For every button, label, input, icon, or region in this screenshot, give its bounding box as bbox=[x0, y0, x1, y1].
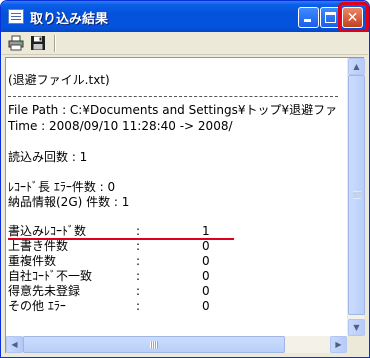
maximize-icon bbox=[325, 12, 336, 23]
file-path-line: File Path : C:¥Documents and Settings¥トッ… bbox=[8, 103, 338, 117]
time-line: Time : 2008/09/10 11:28:40 -> 2008/ bbox=[8, 119, 233, 133]
toolbar-separator bbox=[54, 35, 55, 52]
row-label: 重複件数 bbox=[8, 254, 57, 268]
vertical-scrollbar[interactable]: ▲ ▼ bbox=[347, 58, 365, 336]
floppy-disk-icon[interactable] bbox=[30, 35, 46, 51]
row-value: 0 bbox=[202, 299, 210, 313]
row-label: 書込みﾚｺｰﾄﾞ数 bbox=[8, 224, 87, 238]
row-label: 上書き件数 bbox=[8, 239, 69, 253]
horizontal-scroll-thumb[interactable] bbox=[23, 336, 285, 353]
source-file-line: (退避ファイル.txt) bbox=[8, 73, 110, 87]
read-count-line: 読込み回数 : 1 bbox=[8, 150, 88, 164]
row-label: その他 ｴﾗｰ bbox=[8, 299, 66, 313]
title-bar[interactable]: 取り込み結果 ✕ bbox=[1, 1, 369, 32]
arrow-right-icon: ▶ bbox=[335, 340, 342, 349]
scroll-right-button[interactable]: ▶ bbox=[330, 336, 347, 353]
row-value: 0 bbox=[202, 254, 210, 268]
row-value: 0 bbox=[202, 284, 210, 298]
delivery-info-count-line: 納品情報(2G) 件数 : 1 bbox=[8, 195, 130, 209]
result-window: 取り込み結果 ✕ (退避ファイル.txt) File Path : C:¥Doc… bbox=[0, 0, 370, 358]
arrow-left-icon: ◀ bbox=[11, 340, 18, 349]
minimize-icon bbox=[304, 19, 311, 22]
row-value: 1 bbox=[202, 224, 210, 238]
grip-icon bbox=[150, 341, 158, 348]
grip-icon bbox=[352, 191, 361, 199]
close-button-highlight bbox=[338, 2, 369, 33]
scroll-up-button[interactable]: ▲ bbox=[348, 58, 365, 75]
row-colon: : bbox=[136, 299, 141, 313]
toolbar bbox=[2, 32, 368, 55]
scrollbar-corner bbox=[347, 336, 364, 353]
row-label: 得意先未登録 bbox=[8, 284, 81, 298]
arrow-down-icon: ▼ bbox=[353, 323, 360, 332]
dashed-separator bbox=[8, 96, 338, 97]
scroll-left-button[interactable]: ◀ bbox=[6, 336, 23, 353]
row-colon: : bbox=[136, 269, 141, 283]
log-content: (退避ファイル.txt) File Path : C:¥Documents an… bbox=[6, 58, 347, 336]
record-length-error-line: ﾚｺｰﾄﾞ長 ｴﾗｰ件数 : 0 bbox=[8, 180, 116, 194]
minimize-button[interactable] bbox=[298, 7, 319, 28]
scroll-down-button[interactable]: ▼ bbox=[348, 319, 365, 336]
row-colon: : bbox=[136, 254, 141, 268]
row-colon: : bbox=[136, 239, 141, 253]
horizontal-scrollbar[interactable]: ◀ ▶ bbox=[6, 336, 347, 353]
vertical-scroll-thumb[interactable] bbox=[348, 75, 365, 315]
window-title: 取り込み結果 bbox=[30, 12, 109, 27]
printer-icon[interactable] bbox=[8, 35, 24, 51]
row-label: 自社ｺｰﾄﾞ不一致 bbox=[8, 269, 93, 283]
row-colon: : bbox=[136, 224, 141, 238]
arrow-up-icon: ▲ bbox=[353, 62, 360, 71]
row-value: 0 bbox=[202, 239, 210, 253]
row-value: 0 bbox=[202, 269, 210, 283]
row-colon: : bbox=[136, 284, 141, 298]
result-text-area[interactable]: (退避ファイル.txt) File Path : C:¥Documents an… bbox=[5, 57, 365, 353]
document-icon bbox=[8, 9, 24, 24]
